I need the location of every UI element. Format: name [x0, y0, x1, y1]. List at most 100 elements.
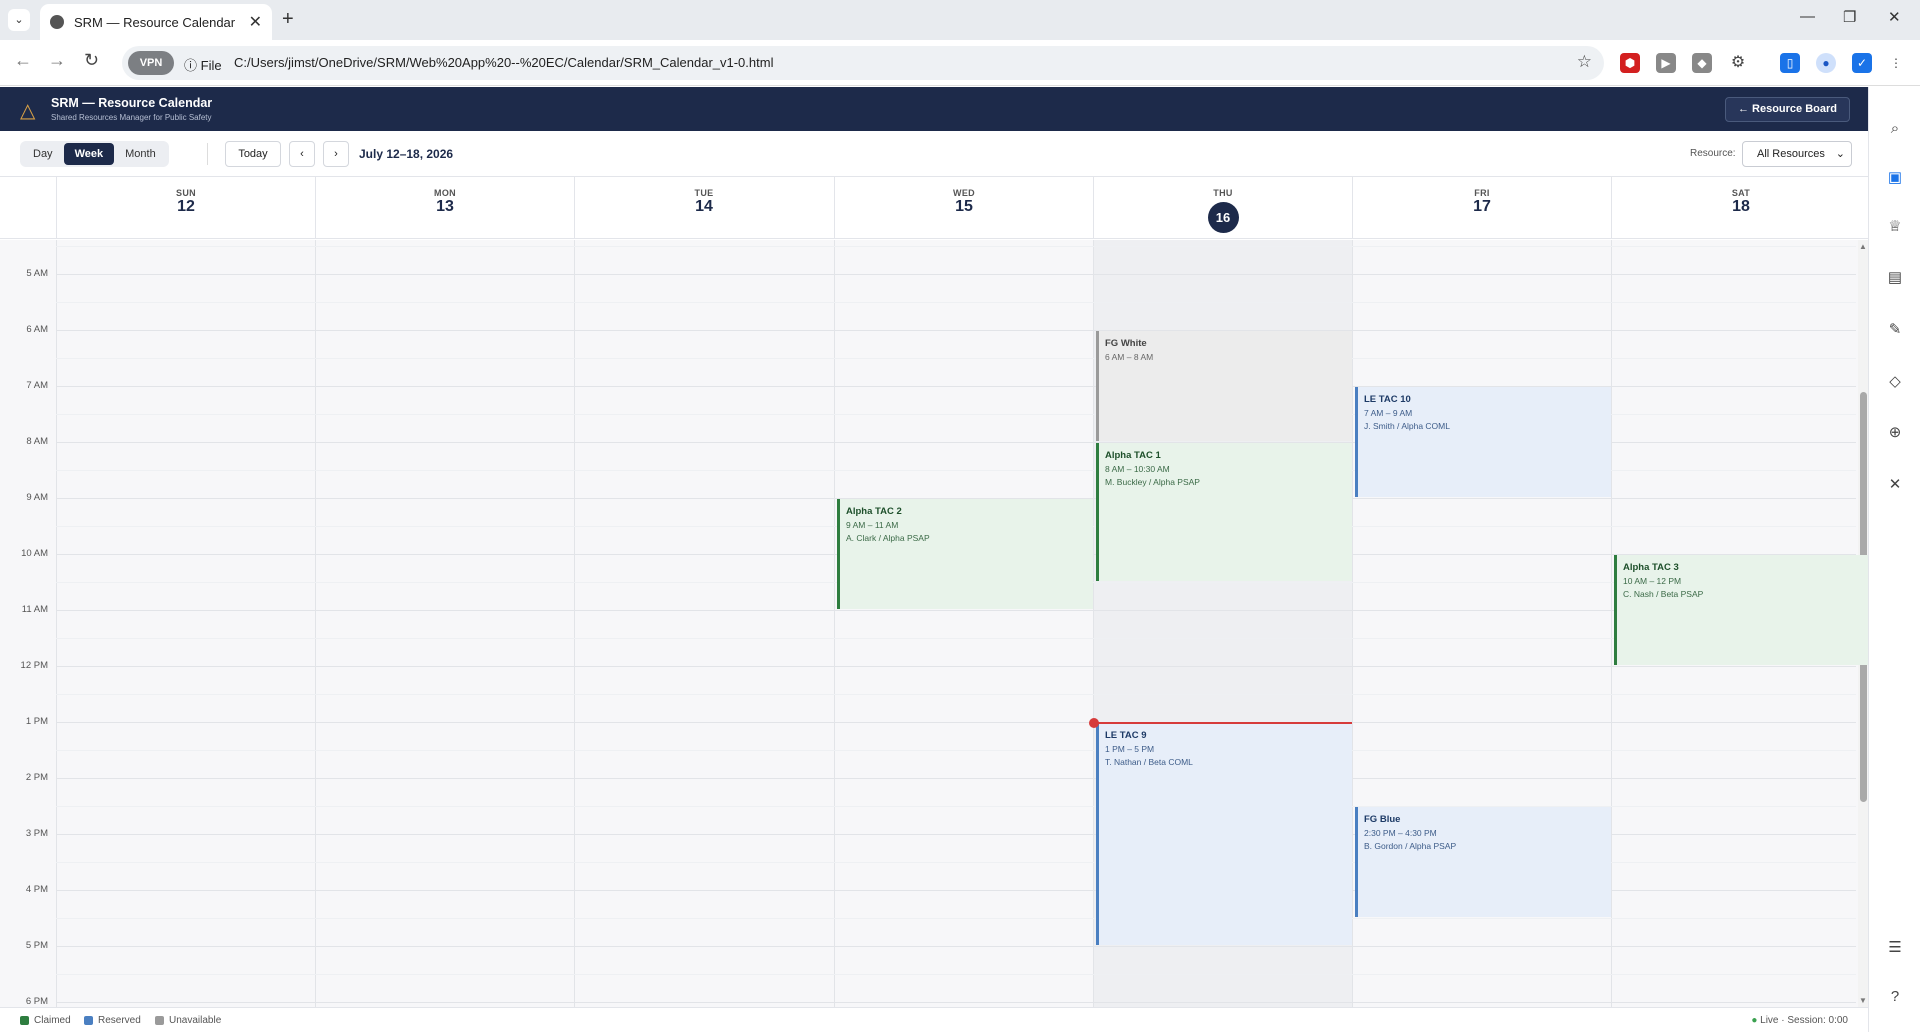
bookmark-star-icon[interactable]: ☆: [1577, 52, 1592, 72]
address-bar[interactable]: VPN ⓘ File C:/Users/jimst/OneDrive/SRM/W…: [122, 46, 1604, 80]
day-number: 18: [1732, 198, 1750, 215]
back-icon[interactable]: ←: [14, 50, 32, 71]
trophy-icon[interactable]: ♕: [1885, 217, 1905, 237]
day-column-divider: [574, 240, 575, 1007]
half-hour-gridline: [56, 917, 1856, 919]
day-number: 12: [177, 198, 195, 215]
site-info[interactable]: ⓘ File: [184, 55, 222, 74]
calendar-event[interactable]: FG Blue 2:30 PM – 4:30 PM B. Gordon / Alph…: [1355, 806, 1611, 917]
hour-gridline: [56, 273, 1856, 275]
prev-week-button[interactable]: ‹: [289, 141, 315, 167]
day-name: TUE: [694, 188, 714, 198]
tools-icon[interactable]: ✕: [1885, 475, 1905, 495]
event-assignee: M. Buckley / Alpha PSAP: [1105, 476, 1200, 487]
app-title: SRM — Resource Calendar: [51, 96, 213, 110]
half-hour-gridline: [56, 693, 1856, 695]
day-column-divider: [1611, 240, 1612, 1007]
event-title: LE TAC 9: [1105, 729, 1147, 741]
today-button[interactable]: Today: [225, 141, 281, 167]
gamepad-icon[interactable]: ⊕: [1885, 423, 1905, 443]
srm-logo-icon: △: [20, 100, 36, 122]
hour-label: 12 PM: [20, 659, 48, 671]
search-icon[interactable]: ⌕: [1885, 119, 1905, 139]
day-column-divider: [1093, 240, 1094, 1007]
tab-title: SRM — Resource Calendar: [74, 14, 236, 30]
hour-label: 6 PM: [25, 995, 48, 1007]
reload-icon[interactable]: ↻: [84, 50, 99, 71]
view-day-button[interactable]: Day: [22, 143, 64, 165]
shield-extension-icon[interactable]: ⬢: [1620, 53, 1640, 73]
event-assignee: C. Nash / Beta PSAP: [1623, 588, 1704, 599]
hour-label: 1 PM: [25, 715, 48, 727]
calendar-event[interactable]: Alpha TAC 3 10 AM – 12 PM C. Nash / Beta P…: [1614, 554, 1868, 665]
url-text[interactable]: C:/Users/jimst/OneDrive/SRM/Web%20App%20…: [234, 55, 773, 70]
restore-icon[interactable]: ❐: [1843, 8, 1856, 26]
event-assignee: T. Nathan / Beta COML: [1105, 756, 1193, 767]
next-week-button[interactable]: ›: [323, 141, 349, 167]
day-column-header[interactable]: THU 16: [1093, 177, 1352, 239]
day-column-divider: [1352, 240, 1353, 1007]
security-extension-icon[interactable]: ✓: [1852, 53, 1872, 73]
scroll-down-icon[interactable]: ▼: [1859, 996, 1867, 1005]
day-number: 17: [1473, 198, 1491, 215]
hour-gridline: [56, 609, 1856, 611]
event-title: FG Blue: [1364, 813, 1401, 825]
scroll-up-icon[interactable]: ▲: [1859, 242, 1867, 251]
calendar-event[interactable]: Alpha TAC 1 8 AM – 10:30 AM M. Buckley / A…: [1096, 442, 1352, 581]
hour-gridline: [56, 721, 1856, 723]
calendar-event[interactable]: FG White 6 AM – 8 AM: [1096, 330, 1352, 441]
day-column-header[interactable]: MON 13: [315, 177, 574, 239]
browser-toolbar: ← → ↻ VPN ⓘ File C:/Users/jimst/OneDrive…: [0, 40, 1920, 86]
view-month-button[interactable]: Month: [114, 143, 167, 165]
event-assignee: J. Smith / Alpha COML: [1364, 420, 1450, 431]
day-name: SUN: [176, 188, 196, 198]
view-week-button[interactable]: Week: [63, 143, 115, 165]
window-close-icon[interactable]: ✕: [1888, 8, 1901, 26]
day-column-divider: [56, 240, 57, 1007]
hour-label: 5 AM: [26, 267, 48, 279]
tag-icon[interactable]: ◇: [1885, 372, 1905, 392]
half-hour-gridline: [56, 973, 1856, 975]
hour-label: 3 PM: [25, 827, 48, 839]
day-column-header[interactable]: WED 15: [834, 177, 1093, 239]
chat-icon[interactable]: ▣: [1885, 168, 1905, 188]
event-title: Alpha TAC 2: [846, 505, 902, 517]
calendar-event[interactable]: LE TAC 10 7 AM – 9 AM J. Smith / Alpha COM…: [1355, 386, 1611, 497]
settings-sliders-icon[interactable]: ☰: [1885, 938, 1905, 958]
minimize-icon[interactable]: —: [1800, 8, 1815, 25]
status-footer: Claimed Reserved Unavailable ● Live · Se…: [0, 1007, 1868, 1032]
day-column-header[interactable]: SUN 12: [56, 177, 315, 239]
new-tab-button[interactable]: +: [282, 8, 294, 31]
calendar-event[interactable]: Alpha TAC 2 9 AM – 11 AM A. Clark / Alpha …: [837, 498, 1093, 609]
app-subtitle: Shared Resources Manager for Public Safe…: [51, 113, 212, 122]
vpn-badge[interactable]: VPN: [128, 51, 174, 75]
day-number: 16: [1207, 202, 1239, 233]
calendar-event[interactable]: LE TAC 9 1 PM – 5 PM T. Nathan / Beta COML: [1096, 722, 1352, 945]
video-extension-icon[interactable]: ▶: [1656, 53, 1676, 73]
extensions-icon[interactable]: ⚙: [1728, 53, 1748, 73]
event-time: 2:30 PM – 4:30 PM: [1364, 827, 1437, 838]
day-number: 13: [436, 198, 454, 215]
calendar-toolbar: Day Week Month Today ‹ › July 12–18, 202…: [0, 131, 1868, 177]
menu-icon[interactable]: ⋮: [1886, 53, 1906, 73]
resource-filter-select[interactable]: All Resources ⌄: [1742, 141, 1852, 167]
edit-icon[interactable]: ✎: [1885, 320, 1905, 340]
reserved-swatch: [84, 1016, 93, 1025]
document-icon[interactable]: ▤: [1885, 268, 1905, 288]
day-column-header[interactable]: TUE 14: [574, 177, 833, 239]
resource-filter-value: All Resources: [1757, 148, 1825, 160]
browser-tab[interactable]: SRM — Resource Calendar ✕: [40, 4, 272, 40]
legend-reserved-label: Reserved: [98, 1015, 141, 1026]
day-column-header[interactable]: SAT 18: [1611, 177, 1870, 239]
help-icon[interactable]: ?: [1885, 987, 1905, 1007]
hour-label: 11 AM: [21, 603, 48, 615]
puzzle-extension-icon[interactable]: ◆: [1692, 53, 1712, 73]
tab-search-icon[interactable]: ⌄: [8, 9, 30, 31]
sidebar-toggle-icon[interactable]: ▯: [1780, 53, 1800, 73]
tab-close-icon[interactable]: ✕: [249, 12, 262, 32]
day-column-header[interactable]: FRI 17: [1352, 177, 1611, 239]
day-header-row: SUN 12 MON 13 TUE 14 WED 15 THU 16 FRI 17 SAT 18: [0, 177, 1868, 239]
profile-icon[interactable]: ●: [1816, 53, 1836, 73]
resource-board-button[interactable]: ← Resource Board: [1724, 97, 1850, 122]
forward-icon[interactable]: →: [48, 50, 66, 71]
